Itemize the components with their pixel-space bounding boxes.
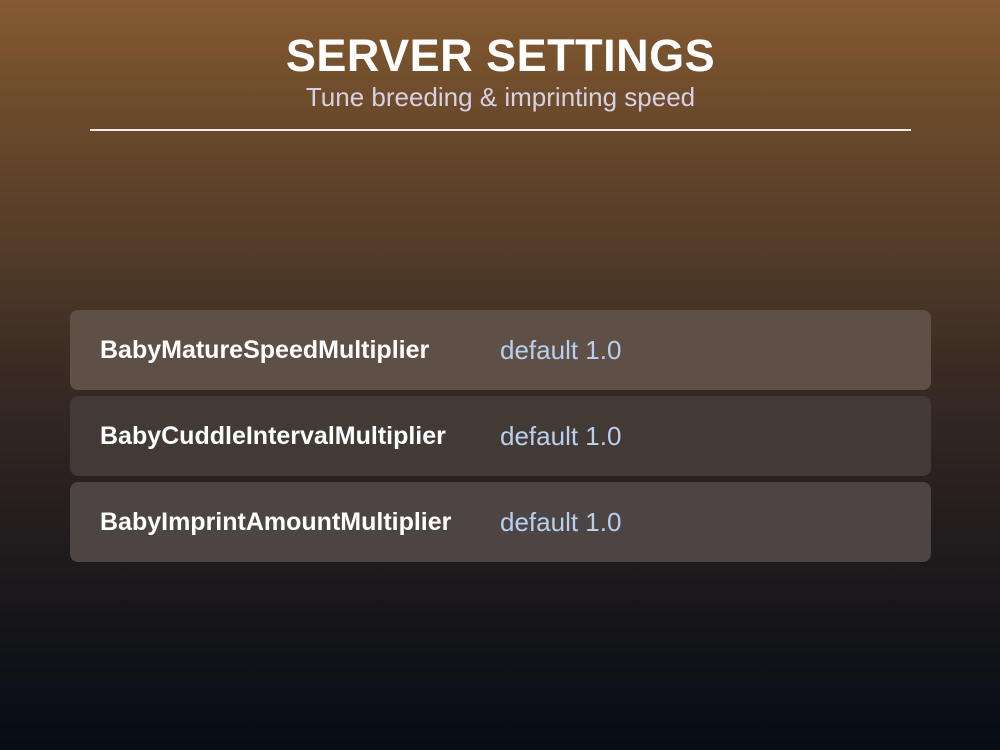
setting-default-value: default 1.0 [500, 507, 622, 537]
settings-header: SERVER SETTINGS Tune breeding & imprinti… [90, 0, 911, 131]
page-subtitle: Tune breeding & imprinting speed [305, 82, 696, 112]
setting-row-baby-cuddle-interval[interactable]: BabyCuddleIntervalMultiplier default 1.0 [70, 396, 931, 476]
setting-row-baby-imprint-amount[interactable]: BabyImprintAmountMultiplier default 1.0 [70, 482, 931, 562]
setting-name: BabyImprintAmountMultiplier [100, 508, 452, 536]
setting-default-value: default 1.0 [500, 335, 622, 365]
setting-name: BabyMatureSpeedMultiplier [100, 336, 430, 364]
settings-list: BabyMatureSpeedMultiplier default 1.0 Ba… [70, 310, 931, 568]
setting-row-baby-mature-speed[interactable]: BabyMatureSpeedMultiplier default 1.0 [70, 310, 931, 390]
setting-default-value: default 1.0 [500, 421, 622, 451]
page-title: SERVER SETTINGS [285, 30, 716, 81]
setting-name: BabyCuddleIntervalMultiplier [100, 422, 446, 450]
